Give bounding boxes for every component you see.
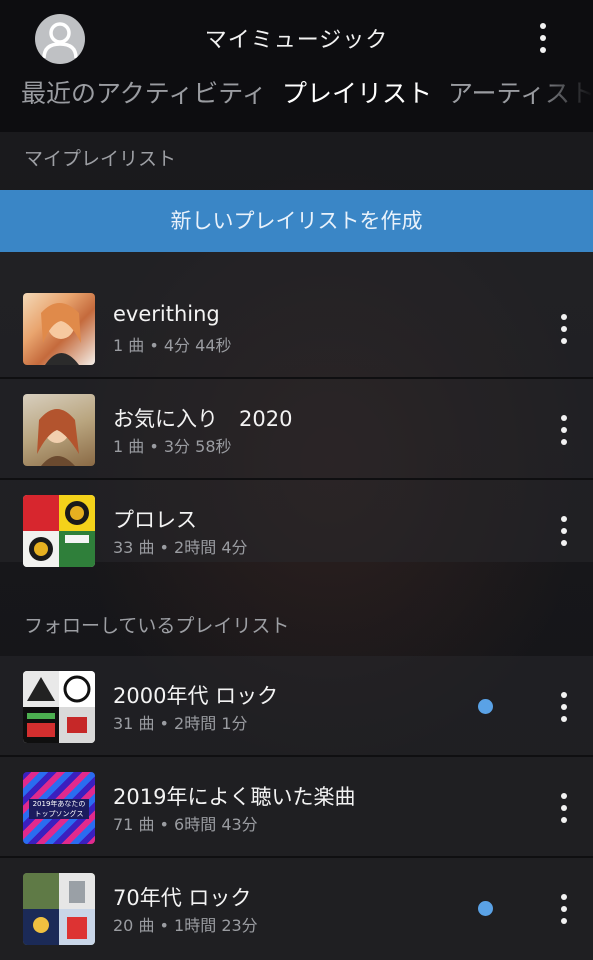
content-area: マイプレイリスト everithing 1 曲 • 4分 44秒 お気に入り 2…	[0, 132, 593, 960]
app-header: マイミュージック 最近のアクティビティ プレイリスト アーティスト	[0, 0, 593, 132]
new-content-dot	[478, 699, 493, 714]
tab-overflow-fade	[533, 72, 593, 116]
tab-playlists[interactable]: プレイリスト	[282, 72, 432, 116]
more-options-icon[interactable]	[549, 311, 579, 347]
more-options-icon[interactable]	[549, 412, 579, 448]
followed-playlists-label: フォローしているプレイリスト	[24, 615, 290, 637]
playlist-title: プロレス	[113, 508, 197, 532]
playlist-row[interactable]: お気に入り 2020 1 曲 • 3分 58秒	[0, 379, 593, 479]
cover-text-2: トップソングス	[34, 810, 84, 818]
playlist-row[interactable]: 70年代 ロック 20 曲 • 1時間 23分	[0, 858, 593, 958]
playlist-title: お気に入り 2020	[113, 407, 293, 431]
playlist-row[interactable]: 2019年あなたの トップソングス 2019年によく聴いた楽曲 71 曲 • 6…	[0, 757, 593, 857]
playlist-cover	[23, 394, 95, 466]
create-playlist-button[interactable]: 新しいプレイリストを作成	[0, 190, 593, 252]
playlist-meta: 31 曲 • 2時間 1分	[113, 714, 248, 733]
playlist-cover	[23, 671, 95, 743]
playlist-row[interactable]: プロレス 33 曲 • 2時間 4分	[0, 480, 593, 580]
playlist-title: 70年代 ロック	[113, 886, 252, 910]
playlist-cover	[23, 293, 95, 365]
new-content-dot	[478, 901, 493, 916]
playlist-row[interactable]: everithing 1 曲 • 4分 44秒	[0, 278, 593, 378]
page-title: マイミュージック	[204, 28, 389, 53]
playlist-meta: 1 曲 • 4分 44秒	[113, 336, 232, 355]
tab-bar: 最近のアクティビティ プレイリスト アーティスト	[0, 72, 593, 116]
cover-text-1: 2019年あなたの	[32, 800, 86, 808]
more-options-icon[interactable]	[528, 20, 558, 56]
playlist-title: 2019年によく聴いた楽曲	[113, 785, 356, 809]
playlist-meta: 1 曲 • 3分 58秒	[113, 437, 232, 456]
playlist-cover	[23, 495, 95, 567]
tab-recent-activity[interactable]: 最近のアクティビティ	[21, 72, 267, 116]
playlist-row[interactable]: 2000年代 ロック 31 曲 • 2時間 1分	[0, 656, 593, 756]
playlist-title: 2000年代 ロック	[113, 684, 279, 708]
more-options-icon[interactable]	[549, 790, 579, 826]
playlist-cover: 2019年あなたの トップソングス	[23, 772, 95, 844]
my-playlists-label: マイプレイリスト	[24, 148, 177, 170]
more-options-icon[interactable]	[549, 689, 579, 725]
playlist-meta: 33 曲 • 2時間 4分	[113, 538, 248, 557]
playlist-meta: 71 曲 • 6時間 43分	[113, 815, 258, 834]
more-options-icon[interactable]	[549, 513, 579, 549]
more-options-icon[interactable]	[549, 891, 579, 927]
playlist-cover	[23, 873, 95, 945]
playlist-title: everithing	[113, 302, 220, 326]
playlist-meta: 20 曲 • 1時間 23分	[113, 916, 258, 935]
app-root: マイプレイリスト everithing 1 曲 • 4分 44秒 お気に入り 2…	[0, 0, 593, 960]
